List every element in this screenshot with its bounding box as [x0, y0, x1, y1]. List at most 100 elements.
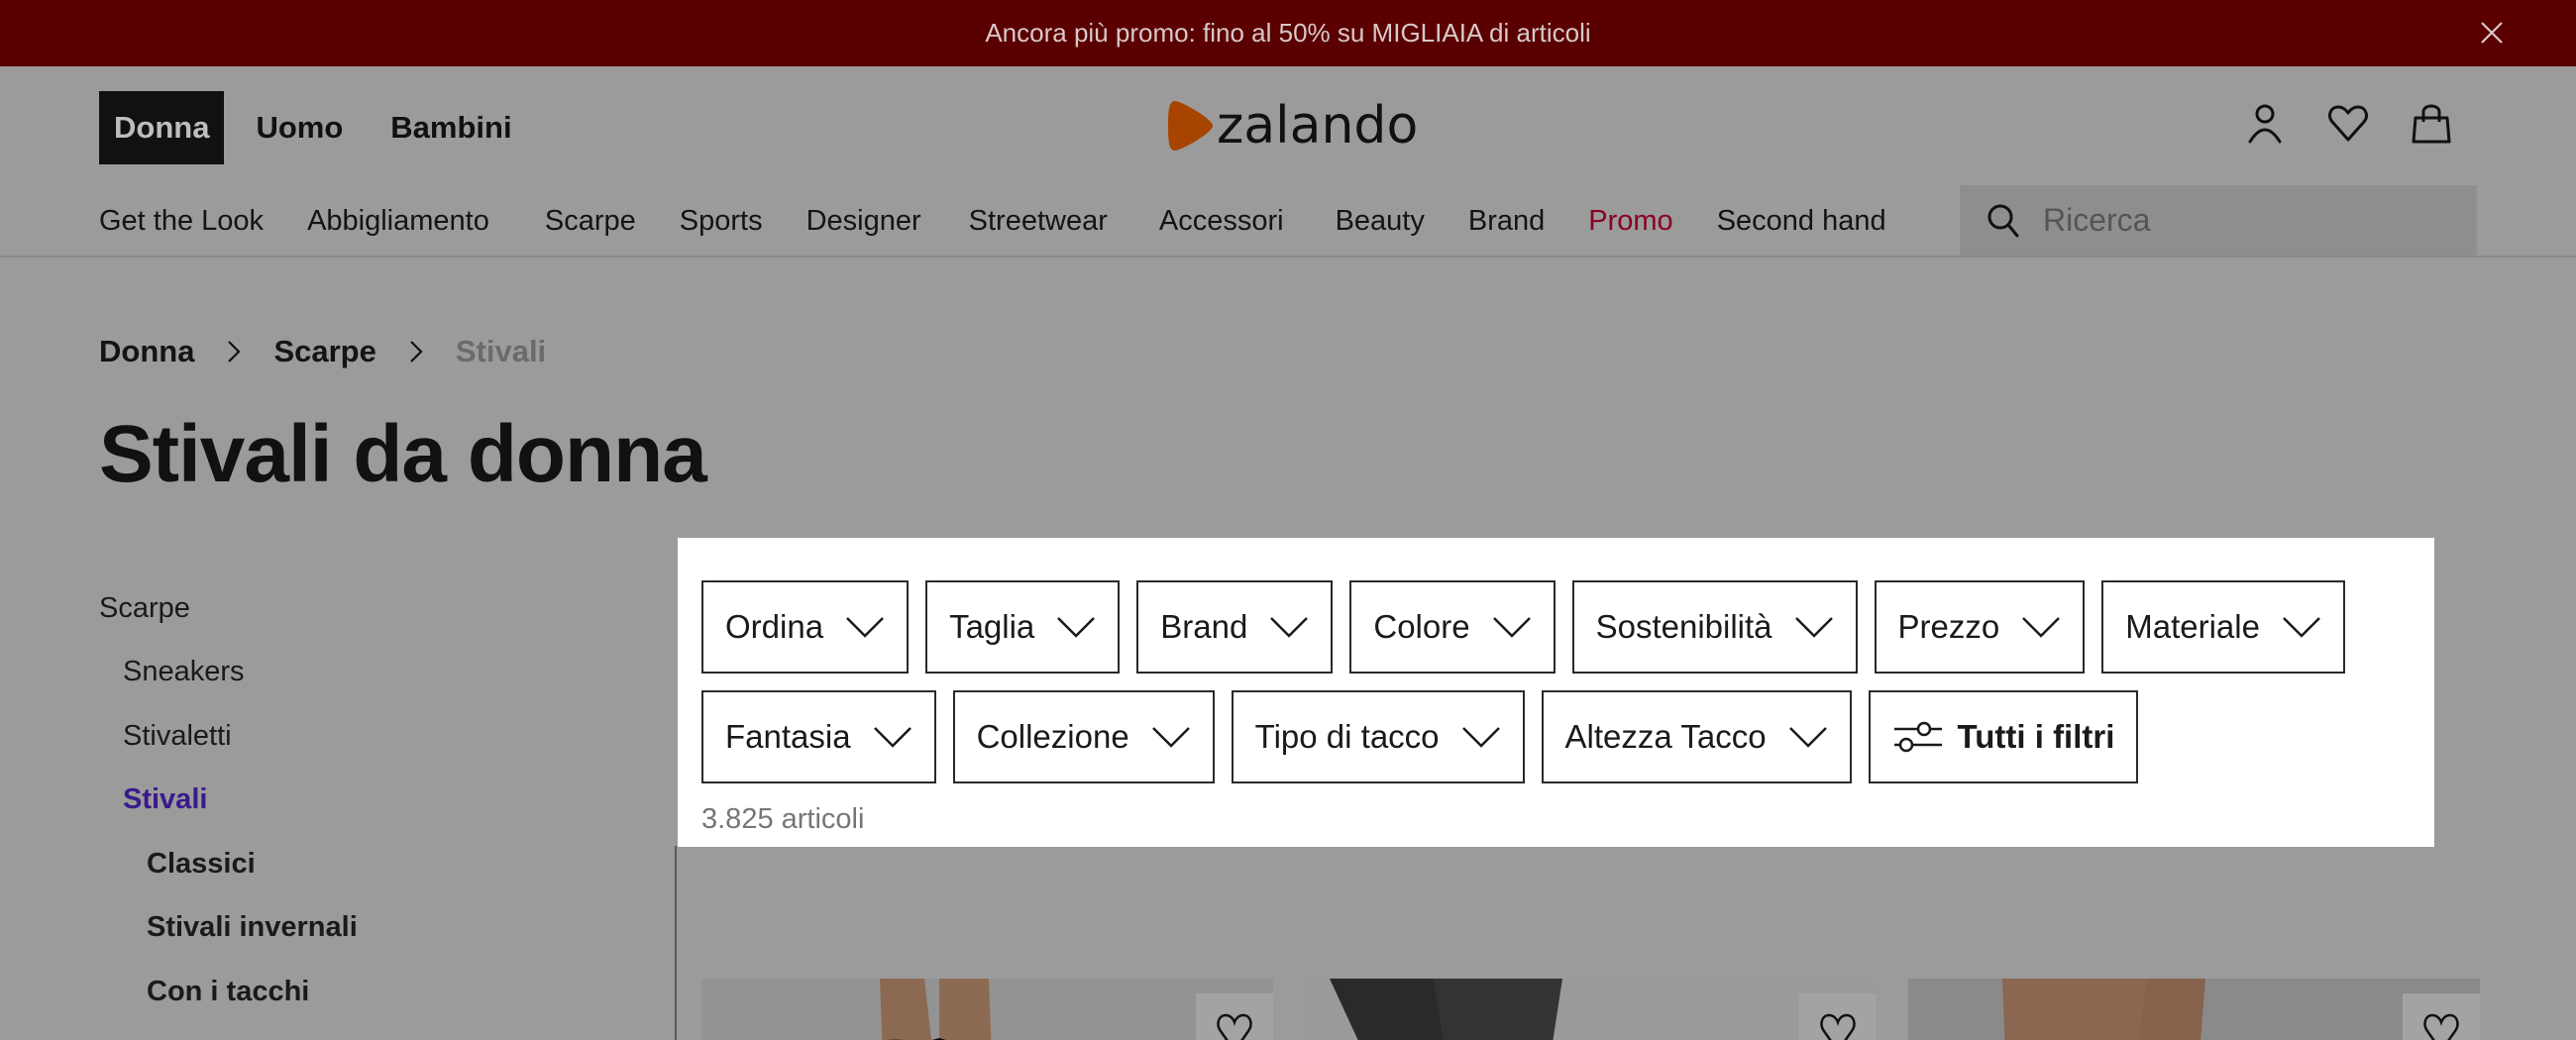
- filter-materiale[interactable]: Materiale: [2101, 580, 2345, 674]
- filter-ordina[interactable]: Ordina: [701, 580, 910, 674]
- filter-label: Ordina: [725, 608, 824, 645]
- chevron-down-icon: [1270, 617, 1309, 638]
- favorite-button[interactable]: [2403, 993, 2480, 1040]
- nav-second-hand[interactable]: Second hand: [1717, 205, 1886, 238]
- result-count: 3.825 articoli: [701, 803, 865, 835]
- chevron-right-icon: [228, 341, 241, 363]
- bag-icon[interactable]: [2408, 100, 2455, 148]
- chevron-down-icon: [1151, 727, 1190, 748]
- product-image: [1305, 979, 1877, 1040]
- chevron-down-icon: [873, 727, 912, 748]
- filter-row-1: Ordina Taglia Brand Colore Sostenibilità…: [701, 580, 2362, 674]
- sliders-icon: [1893, 721, 1942, 753]
- filter-label: Materiale: [2125, 608, 2260, 645]
- product-image: [701, 979, 1273, 1040]
- filter-sostenibilita[interactable]: Sostenibilità: [1571, 580, 1858, 674]
- filter-prezzo[interactable]: Prezzo: [1874, 580, 2086, 674]
- favorite-button[interactable]: [1799, 993, 1877, 1040]
- filter-label: Tipo di tacco: [1254, 718, 1440, 755]
- search-input[interactable]: [2043, 202, 2459, 239]
- filter-label: Altezza Tacco: [1564, 718, 1767, 755]
- chevron-down-icon: [2283, 617, 2320, 638]
- filter-collezione[interactable]: Collezione: [952, 690, 1215, 783]
- sidebar-item-sneakers[interactable]: Sneakers: [99, 641, 358, 705]
- filter-brand[interactable]: Brand: [1136, 580, 1334, 674]
- page-title: Stivali da donna: [99, 409, 707, 499]
- promo-banner[interactable]: Ancora più promo: fino al 50% su MIGLIAI…: [0, 0, 2576, 66]
- sidebar-item-classici[interactable]: Classici: [99, 832, 358, 896]
- breadcrumb-stivali: Stivali: [455, 334, 547, 368]
- filter-label: Fantasia: [725, 718, 851, 755]
- sidebar-item-con-i-tacchi[interactable]: Con i tacchi: [99, 960, 358, 1024]
- nav-designer[interactable]: Designer: [806, 205, 921, 238]
- search-box[interactable]: [1960, 185, 2477, 256]
- sidebar-item-texani-biker[interactable]: Texani / Biker: [99, 1024, 358, 1040]
- nav-sports[interactable]: Sports: [680, 205, 763, 238]
- chevron-down-icon: [1461, 727, 1500, 748]
- heart-icon[interactable]: [2324, 100, 2372, 148]
- filter-label: Prezzo: [1897, 608, 2000, 645]
- logo-mark-icon: [1168, 101, 1213, 151]
- search-icon: [1987, 204, 2019, 237]
- chevron-right-icon: [410, 341, 423, 363]
- chevron-down-icon: [1057, 617, 1096, 638]
- nav-beauty[interactable]: Beauty: [1336, 205, 1425, 238]
- promo-text: Ancora più promo: fino al 50% su MIGLIAI…: [985, 18, 1591, 48]
- chevron-down-icon: [1788, 727, 1827, 748]
- product-grid: [701, 979, 2480, 1040]
- favorite-button[interactable]: [1196, 993, 1273, 1040]
- breadcrumb-scarpe[interactable]: Scarpe: [273, 334, 376, 369]
- chevron-down-icon: [1794, 617, 1833, 638]
- filter-altezza-tacco[interactable]: Altezza Tacco: [1541, 690, 1852, 783]
- breadcrumb-donna[interactable]: Donna: [99, 334, 194, 369]
- sidebar-item-scarpe[interactable]: Scarpe: [99, 576, 358, 641]
- nav-streetwear[interactable]: Streetwear: [969, 205, 1108, 238]
- heart-icon: [1217, 1013, 1252, 1040]
- tab-bambini[interactable]: Bambini: [390, 91, 511, 164]
- sidebar-item-stivali[interactable]: Stivali: [99, 769, 358, 833]
- all-filters-label: Tutti i filtri: [1957, 718, 2115, 755]
- gender-tabs: Donna Uomo Bambini: [99, 91, 512, 164]
- breadcrumb: Donna Scarpe Stivali: [99, 334, 546, 369]
- filter-label: Collezione: [976, 718, 1129, 755]
- all-filters-button[interactable]: Tutti i filtri: [1868, 690, 2139, 783]
- product-card[interactable]: [1908, 979, 2480, 1040]
- filter-row-2: Fantasia Collezione Tipo di tacco Altezz…: [701, 690, 2155, 783]
- category-sidebar: Scarpe Sneakers Stivaletti Stivali Class…: [99, 576, 358, 1040]
- user-icon[interactable]: [2241, 100, 2289, 148]
- product-card[interactable]: [1305, 979, 1877, 1040]
- product-card[interactable]: [701, 979, 1273, 1040]
- filter-label: Colore: [1373, 608, 1470, 645]
- nav-brand[interactable]: Brand: [1468, 205, 1545, 238]
- sidebar-divider: [675, 846, 677, 1040]
- filter-panel: Ordina Taglia Brand Colore Sostenibilità…: [678, 538, 2434, 847]
- chevron-down-icon: [1492, 617, 1531, 638]
- nav-abbigliamento[interactable]: Abbigliamento: [307, 205, 489, 238]
- filter-tipo-di-tacco[interactable]: Tipo di tacco: [1231, 690, 1525, 783]
- logo-text: zalando: [1217, 96, 1419, 156]
- filter-taglia[interactable]: Taglia: [925, 580, 1121, 674]
- filter-label: Sostenibilità: [1595, 608, 1772, 645]
- category-nav: Get the Look Abbigliamento Scarpe Sports…: [99, 205, 1930, 238]
- filter-fantasia[interactable]: Fantasia: [701, 690, 936, 783]
- nav-promo[interactable]: Promo: [1588, 205, 1672, 238]
- tab-uomo[interactable]: Uomo: [256, 91, 343, 164]
- close-icon[interactable]: [2477, 18, 2507, 48]
- tab-donna[interactable]: Donna: [99, 91, 225, 164]
- chevron-down-icon: [2022, 617, 2061, 638]
- chevron-down-icon: [846, 617, 884, 638]
- filter-label: Brand: [1160, 608, 1248, 645]
- filter-label: Taglia: [949, 608, 1035, 645]
- zalando-logo[interactable]: zalando: [1167, 96, 1418, 156]
- nav-accessori[interactable]: Accessori: [1159, 205, 1284, 238]
- filter-colore[interactable]: Colore: [1349, 580, 1556, 674]
- header-actions: [2241, 100, 2455, 148]
- nav-divider: [0, 256, 2576, 258]
- heart-icon: [2423, 1013, 2459, 1040]
- nav-scarpe[interactable]: Scarpe: [545, 205, 636, 238]
- sidebar-item-stivali-invernali[interactable]: Stivali invernali: [99, 896, 358, 961]
- heart-icon: [1820, 1013, 1856, 1040]
- sidebar-item-stivaletti[interactable]: Stivaletti: [99, 704, 358, 769]
- nav-get-the-look[interactable]: Get the Look: [99, 205, 264, 238]
- product-image: [1908, 979, 2480, 1040]
